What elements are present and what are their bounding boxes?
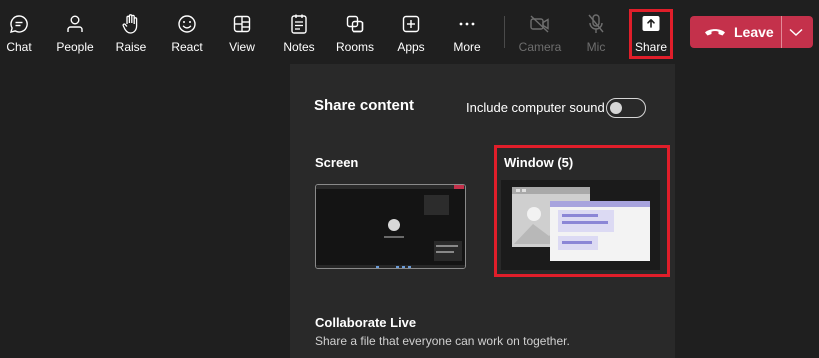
chat-icon bbox=[8, 13, 30, 35]
screen-preview-thumbnail[interactable] bbox=[315, 184, 466, 269]
screen-section-label: Screen bbox=[315, 155, 359, 170]
include-sound-label: Include computer sound bbox=[466, 100, 605, 115]
rooms-button[interactable]: Rooms bbox=[336, 0, 374, 64]
chat-label: Chat bbox=[6, 40, 32, 54]
raise-hand-button[interactable]: Raise bbox=[115, 0, 147, 64]
notes-button[interactable]: Notes bbox=[282, 0, 316, 64]
people-icon bbox=[64, 13, 86, 35]
apps-label: Apps bbox=[397, 40, 425, 54]
include-sound-toggle[interactable] bbox=[606, 98, 646, 118]
raise-label: Raise bbox=[115, 40, 147, 54]
mic-off-icon bbox=[585, 13, 607, 35]
view-label: View bbox=[229, 40, 255, 54]
leave-button[interactable]: Leave bbox=[690, 16, 813, 48]
window-preview-thumbnail[interactable] bbox=[501, 180, 660, 270]
share-highlight-box bbox=[629, 9, 673, 59]
react-label: React bbox=[171, 40, 203, 54]
view-icon bbox=[231, 13, 253, 35]
camera-label: Camera bbox=[518, 40, 562, 54]
more-label: More bbox=[453, 40, 481, 54]
leave-label: Leave bbox=[734, 24, 774, 40]
mic-label: Mic bbox=[586, 40, 606, 54]
more-icon bbox=[456, 13, 478, 35]
leave-separator bbox=[781, 16, 782, 48]
phone-hangup-icon bbox=[704, 25, 726, 39]
apps-button[interactable]: Apps bbox=[396, 0, 426, 64]
collaborate-live-description: Share a file that everyone can work on t… bbox=[315, 334, 570, 348]
rooms-label: Rooms bbox=[336, 40, 375, 54]
react-button[interactable]: React bbox=[169, 0, 205, 64]
notes-icon bbox=[288, 13, 310, 35]
apps-icon bbox=[400, 13, 422, 35]
mic-button[interactable]: Mic bbox=[584, 0, 608, 64]
chevron-down-icon[interactable] bbox=[788, 25, 806, 39]
notes-label: Notes bbox=[283, 40, 315, 54]
react-icon bbox=[176, 13, 198, 35]
people-label: People bbox=[56, 40, 94, 54]
window-section-label: Window (5) bbox=[504, 155, 574, 170]
meeting-toolbar: Chat People Raise React View Notes Rooms… bbox=[0, 0, 819, 64]
camera-off-icon bbox=[529, 13, 551, 35]
camera-button[interactable]: Camera bbox=[518, 0, 562, 64]
share-content-panel: Share content Include computer sound Scr… bbox=[290, 64, 675, 358]
more-button[interactable]: More bbox=[451, 0, 483, 64]
panel-title: Share content bbox=[314, 97, 415, 114]
raise-hand-icon bbox=[120, 13, 142, 35]
rooms-icon bbox=[344, 13, 366, 35]
collaborate-live-title[interactable]: Collaborate Live bbox=[315, 315, 416, 330]
people-button[interactable]: People bbox=[56, 0, 94, 64]
toolbar-divider bbox=[504, 16, 505, 48]
toggle-knob bbox=[610, 102, 622, 114]
chat-button[interactable]: Chat bbox=[4, 0, 34, 64]
view-button[interactable]: View bbox=[227, 0, 257, 64]
